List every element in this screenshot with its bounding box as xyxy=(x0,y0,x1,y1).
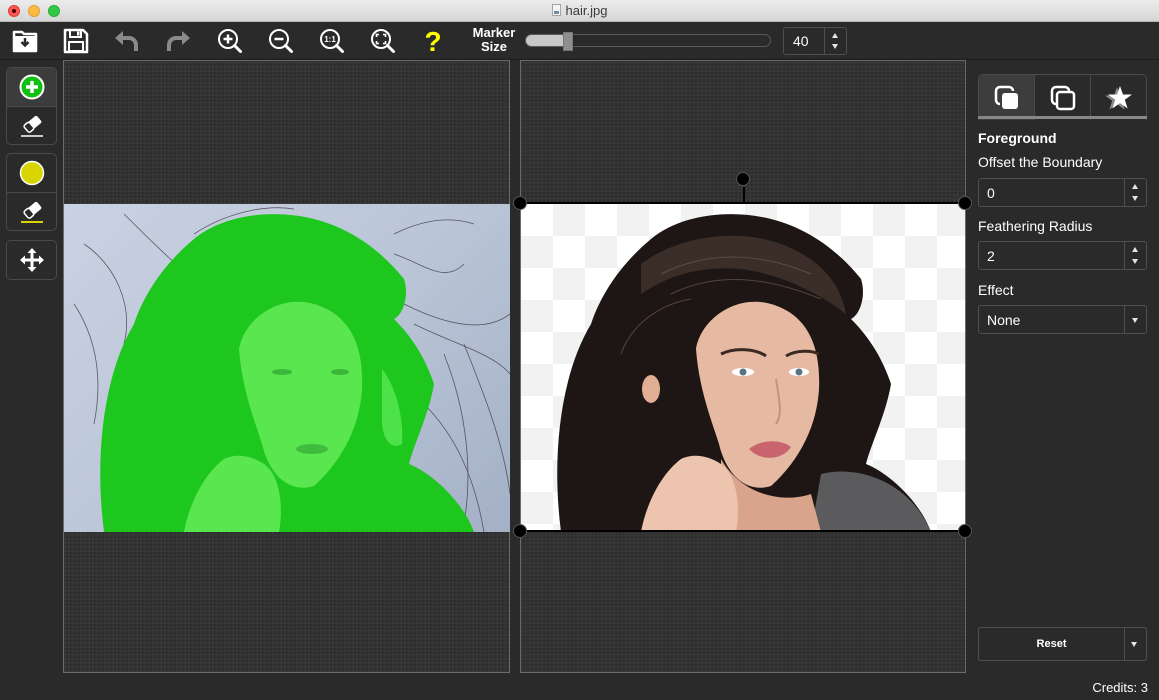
stepper-up-icon[interactable] xyxy=(832,32,838,38)
redo-button[interactable] xyxy=(163,26,193,56)
chevron-down-icon xyxy=(1132,317,1138,323)
window-title: hair.jpg xyxy=(0,3,1159,18)
zoom-1to1-icon: 1:1 xyxy=(320,29,344,53)
marker-size-slider-fill xyxy=(526,35,565,46)
title-bar: hair.jpg xyxy=(0,0,1159,22)
credits-counter: Credits: 3 xyxy=(1092,680,1148,695)
marking-canvas[interactable] xyxy=(63,60,510,673)
crop-handle-top-right[interactable] xyxy=(958,196,972,210)
effect-label: Effect xyxy=(978,282,1014,298)
foreground-tool-group xyxy=(6,67,57,145)
marker-size-label-line2: Size xyxy=(480,39,507,54)
reset-button-label[interactable]: Reset xyxy=(979,628,1124,660)
marked-photo-artwork xyxy=(73,207,510,532)
hair-tool-group xyxy=(6,153,57,231)
stepper-down-icon[interactable] xyxy=(832,44,838,50)
foreground-marker-tool[interactable] xyxy=(7,68,56,106)
app-window: hair.jpg 1:1 ? Marker Size 40 Foreground… xyxy=(0,0,1159,700)
fit-to-window-button[interactable] xyxy=(368,26,398,56)
feather-value[interactable]: 2 xyxy=(987,242,995,269)
layers-outline-icon xyxy=(1050,85,1075,110)
feather-label: Feathering Radius xyxy=(978,218,1093,234)
undo-button[interactable] xyxy=(112,26,142,56)
save-button[interactable] xyxy=(61,26,91,56)
zoom-fit-icon xyxy=(371,29,395,53)
reset-button[interactable]: Reset xyxy=(978,627,1147,661)
offset-stepper[interactable]: 0 xyxy=(978,178,1147,207)
document-icon xyxy=(551,4,561,16)
marker-size-label-line1: Marker xyxy=(472,25,516,40)
crop-handle-bottom-left[interactable] xyxy=(513,524,527,538)
zoom-out-button[interactable] xyxy=(266,26,296,56)
actual-size-button[interactable]: 1:1 xyxy=(317,26,347,56)
tab-underline xyxy=(978,116,1147,119)
foreground-eraser-tool[interactable] xyxy=(7,106,56,144)
folder-download-icon xyxy=(12,30,38,53)
marker-size-stepper-arrows[interactable] xyxy=(824,28,846,54)
marked-photo[interactable] xyxy=(64,204,510,532)
offset-value[interactable]: 0 xyxy=(987,179,995,206)
stepper-up-icon[interactable] xyxy=(1132,247,1138,253)
toolbar: 1:1 ? Marker Size 40 xyxy=(0,22,1159,60)
question-mark-icon: ? xyxy=(424,27,441,55)
rotate-handle[interactable] xyxy=(736,172,750,186)
preview-canvas[interactable] xyxy=(513,60,972,673)
window-title-text: hair.jpg xyxy=(565,3,608,18)
open-image-button[interactable] xyxy=(10,26,40,56)
offset-label: Offset the Boundary xyxy=(978,154,1103,170)
floppy-disk-icon xyxy=(63,28,89,54)
effect-select[interactable]: None xyxy=(978,305,1147,334)
move-arrows-icon xyxy=(19,248,44,272)
chevron-down-icon xyxy=(1131,642,1137,647)
zoom-in-icon xyxy=(218,29,242,53)
tab-foreground[interactable] xyxy=(979,75,1035,120)
result-photo[interactable] xyxy=(521,204,965,532)
help-button[interactable]: ? xyxy=(418,26,448,56)
effect-select-toggle[interactable] xyxy=(1124,306,1146,333)
stepper-up-icon[interactable] xyxy=(1132,184,1138,190)
effect-value[interactable]: None xyxy=(987,306,1020,333)
tab-background[interactable] xyxy=(1035,75,1091,120)
yellow-circle-icon xyxy=(19,160,44,186)
result-photo-artwork xyxy=(557,214,931,532)
stepper-down-icon[interactable] xyxy=(1132,195,1138,201)
marker-size-value[interactable]: 40 xyxy=(793,28,809,54)
move-tool[interactable] xyxy=(7,241,56,279)
undo-arrow-icon xyxy=(115,31,138,51)
reset-options-caret-box[interactable] xyxy=(1124,628,1146,660)
zoom-out-icon xyxy=(269,29,293,53)
rotate-handle-stem xyxy=(743,187,745,203)
marker-size-slider[interactable] xyxy=(525,32,771,51)
panel-tabs xyxy=(978,74,1147,120)
star-icon xyxy=(1104,85,1132,109)
svg-text:1:1: 1:1 xyxy=(324,35,336,44)
hair-eraser-tool[interactable] xyxy=(7,192,56,230)
offset-stepper-arrows[interactable] xyxy=(1124,179,1146,206)
hair-marker-tool[interactable] xyxy=(7,154,56,192)
stepper-down-icon[interactable] xyxy=(1132,258,1138,264)
crop-handle-top-left[interactable] xyxy=(513,196,527,210)
marker-size-slider-thumb[interactable] xyxy=(563,32,573,51)
eraser-yellow-icon xyxy=(20,201,43,223)
redo-arrow-icon xyxy=(167,31,190,51)
reset-options-toggle[interactable] xyxy=(1124,627,1147,661)
zoom-in-button[interactable] xyxy=(215,26,245,56)
plus-circle-icon xyxy=(19,74,44,100)
tab-effects[interactable] xyxy=(1091,75,1146,120)
foreground-section-title: Foreground xyxy=(978,130,1057,146)
svg-text:?: ? xyxy=(424,27,441,55)
feather-stepper[interactable]: 2 xyxy=(978,241,1147,270)
marker-size-label: Marker Size xyxy=(470,26,518,54)
feather-stepper-arrows[interactable] xyxy=(1124,242,1146,269)
move-tool-group xyxy=(6,240,57,280)
layers-filled-icon xyxy=(994,85,1020,111)
crop-handle-bottom-right[interactable] xyxy=(958,524,972,538)
eraser-icon xyxy=(20,115,43,137)
marker-size-stepper[interactable]: 40 xyxy=(783,27,847,55)
